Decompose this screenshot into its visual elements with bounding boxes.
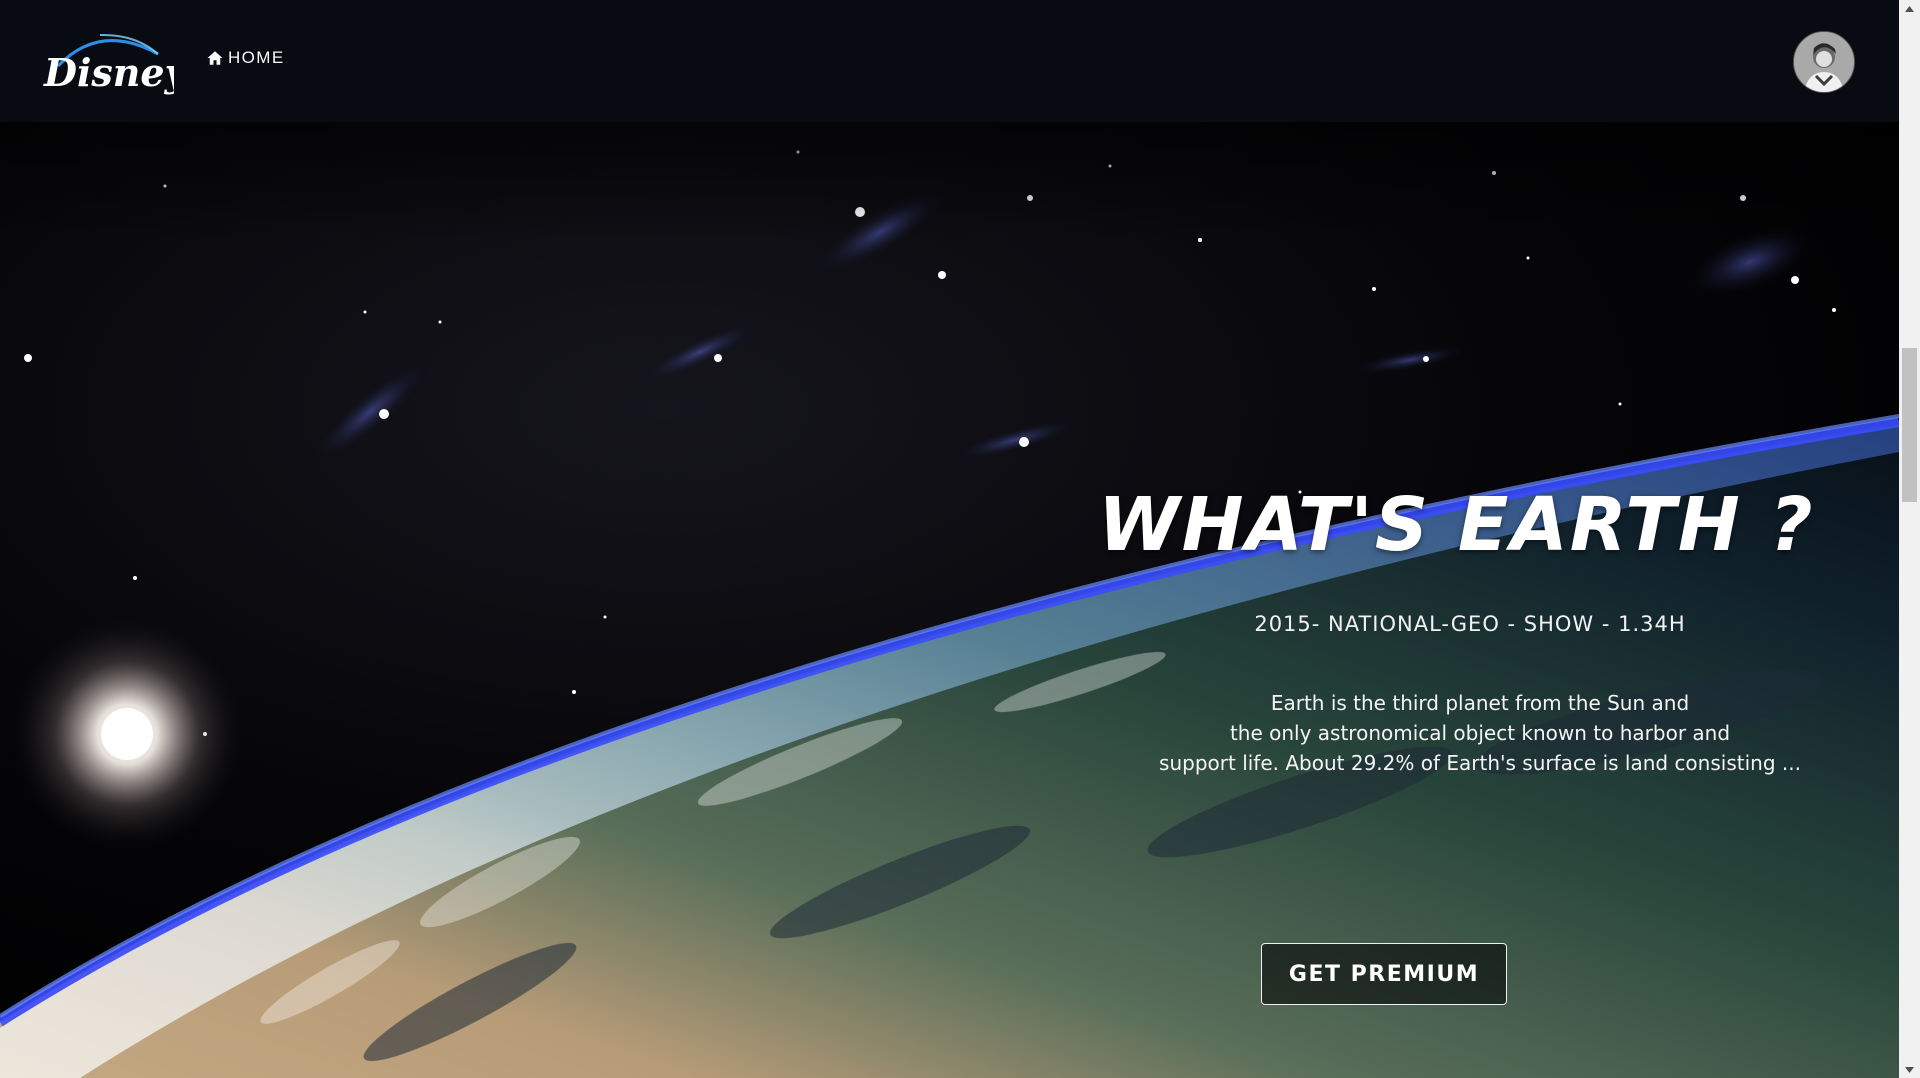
scrollbar-thumb[interactable] xyxy=(1902,348,1917,502)
nav-home-label: HOME xyxy=(228,48,285,67)
scroll-up-arrow-icon[interactable] xyxy=(1899,0,1920,17)
hero-description: Earth is the third planet from the Sun a… xyxy=(1100,688,1860,778)
avatar-portrait-icon xyxy=(1794,32,1854,92)
get-premium-button[interactable]: GET PREMIUM xyxy=(1261,943,1507,1005)
user-avatar[interactable] xyxy=(1793,31,1855,93)
hero-description-line: Earth is the third planet from the Sun a… xyxy=(1270,691,1690,715)
disney-plus-logo[interactable]: Disney+ xyxy=(40,26,174,102)
vertical-scrollbar[interactable] xyxy=(1899,0,1920,1078)
hero-title: WHAT'S EARTH ? xyxy=(1098,482,1815,568)
hero-description-line: support life. About 29.2% of Earth's sur… xyxy=(1159,751,1801,775)
scroll-down-arrow-icon[interactable] xyxy=(1899,1061,1920,1078)
home-icon xyxy=(207,51,223,65)
nav-home-link[interactable]: HOME xyxy=(206,48,285,68)
top-navbar: Disney+ HOME xyxy=(0,0,1899,122)
logo-wordmark: Disney+ xyxy=(43,50,174,95)
hero-description-line: the only astronomical object known to ha… xyxy=(1229,721,1731,745)
hero-banner: WHAT'S EARTH ? 2015- NATIONAL-GEO - SHOW… xyxy=(0,122,1899,1078)
page-viewport: Disney+ HOME xyxy=(0,0,1899,1078)
earth-space-background xyxy=(0,122,1899,1078)
hero-meta: 2015- NATIONAL-GEO - SHOW - 1.34H xyxy=(1254,612,1686,636)
